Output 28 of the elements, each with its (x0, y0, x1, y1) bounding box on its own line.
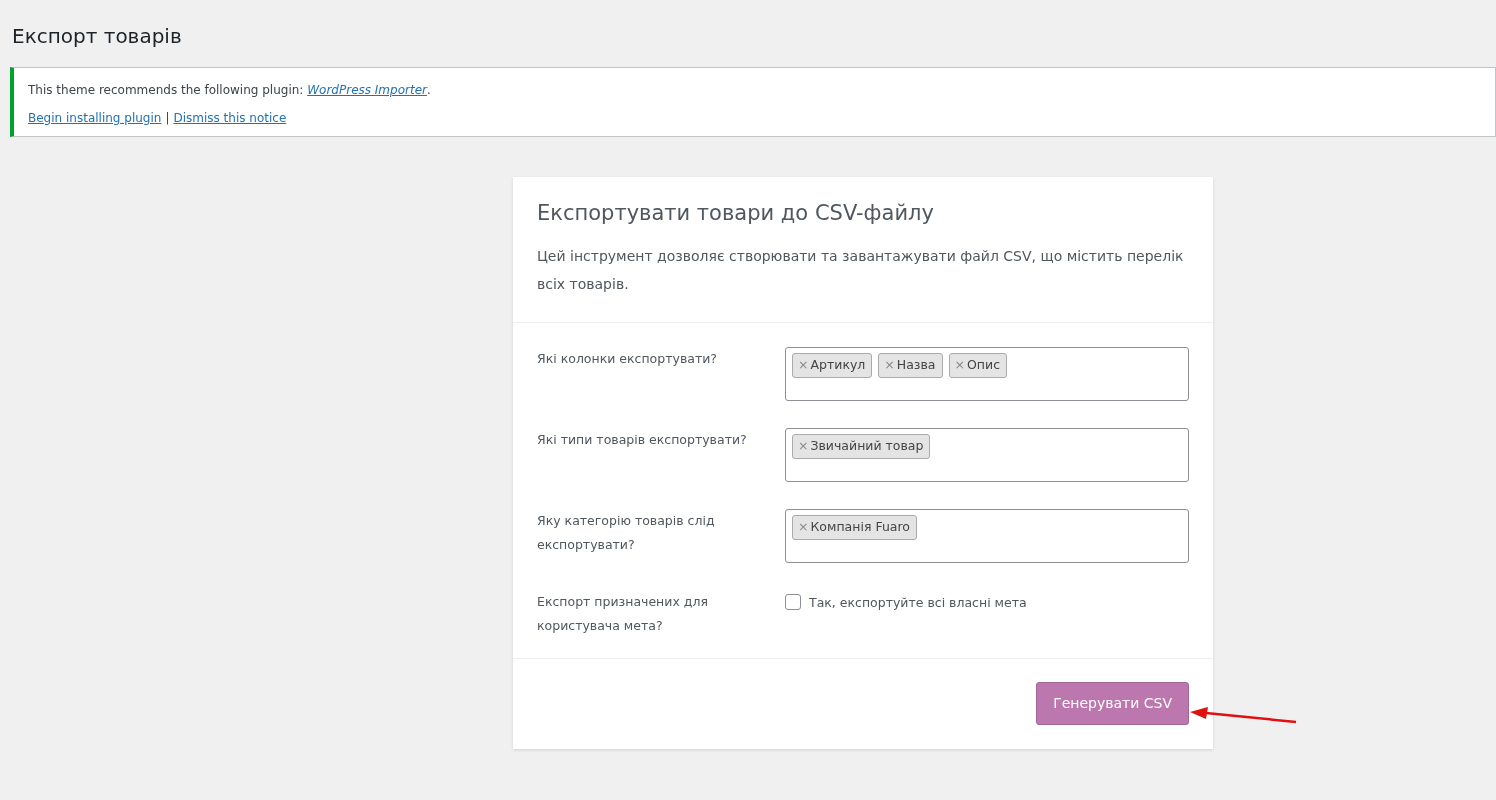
field-label: Яку категорію товарів слід експортувати? (537, 512, 716, 555)
selected-tag[interactable]: × Опис (948, 353, 1008, 378)
card-title: Експортувати товари до CSV-файлу (537, 201, 935, 227)
selected-tag[interactable]: × Звичайний товар (792, 434, 931, 459)
selected-tag[interactable]: × Артикул (792, 353, 873, 378)
tag-select-field[interactable]: × Артикул × Назва × Опис (785, 347, 1189, 402)
card-description: Цей інструмент дозволяє створювати та завантажувати файл CSV, що містить перелік всіх товарів. (537, 247, 1185, 295)
remove-icon[interactable]: × (954, 357, 965, 373)
tag-select-field[interactable]: × Звичайний товар (785, 428, 1189, 483)
generate-csv-button[interactable]: Генерувати CSV (1036, 682, 1189, 726)
remove-icon[interactable]: × (798, 519, 809, 535)
plugin-link[interactable]: WordPress Importer (307, 83, 427, 97)
notice-action-link[interactable]: Begin installing plugin (28, 109, 162, 127)
notice-action-link[interactable]: Dismiss this notice (173, 109, 287, 127)
remove-icon[interactable]: × (798, 438, 809, 454)
remove-icon[interactable]: × (798, 357, 809, 373)
notice-message: This theme recommends the following plugin: WordPress Importer. (28, 82, 432, 99)
tag-select-field[interactable]: × Компанія Fuaro (785, 509, 1189, 564)
separator-text: | (165, 110, 170, 127)
field-label: Які колонки експортувати? (537, 350, 718, 369)
selected-tag[interactable]: × Назва (878, 353, 943, 378)
checkbox[interactable] (785, 594, 801, 611)
checkbox-label: Так, експортуйте всі власні мета (809, 594, 1027, 613)
remove-icon[interactable]: × (884, 357, 895, 373)
page-title: Експорт товарів (11, 23, 183, 50)
field-label: Які типи товарів експортувати? (537, 431, 748, 450)
selected-tag[interactable]: × Компанія Fuaro (792, 515, 917, 540)
field-label: Експорт призначених для користувача мета? (537, 593, 709, 636)
